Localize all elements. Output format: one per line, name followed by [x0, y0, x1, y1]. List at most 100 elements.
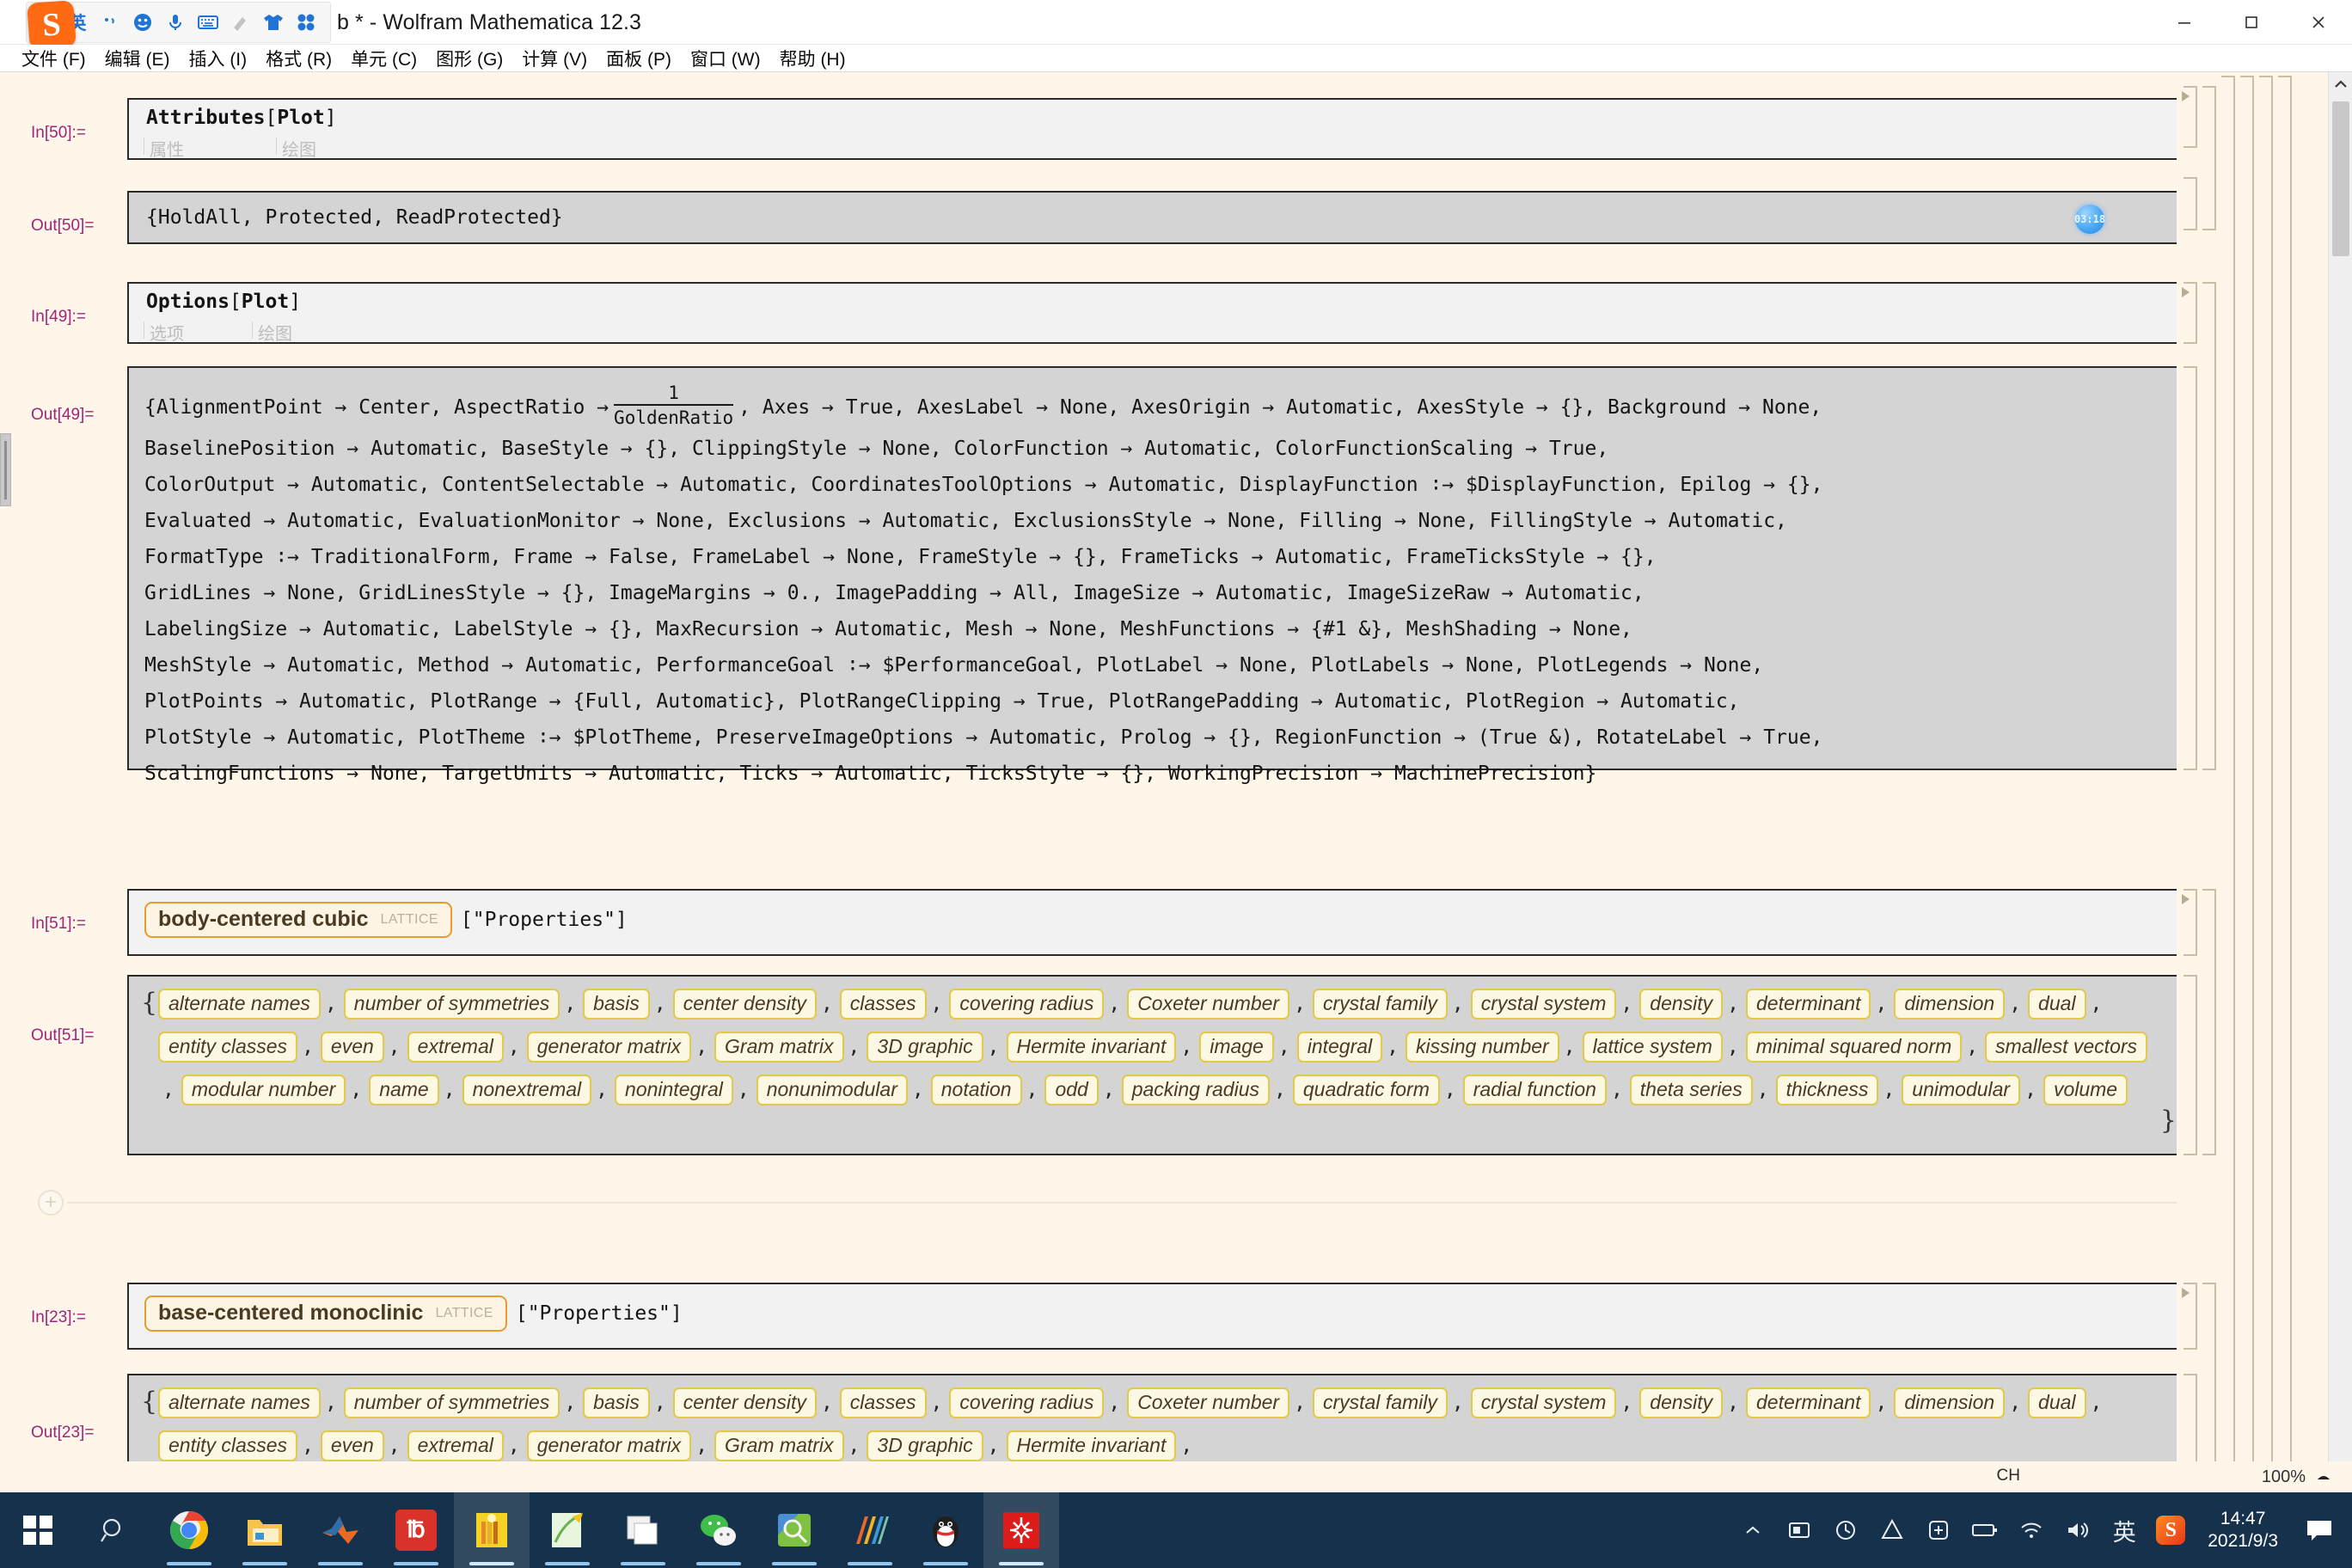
sogou-ime-toolbar[interactable]: S 英: [26, 0, 331, 50]
chip-crystal-family[interactable]: crystal family: [1312, 1387, 1448, 1418]
tray-ime-indicator[interactable]: 英: [2101, 1492, 2147, 1568]
taskbar-file-explorer[interactable]: [227, 1492, 303, 1568]
chip-dimension[interactable]: dimension: [1894, 1387, 2006, 1418]
tray-app-2-icon[interactable]: [1822, 1492, 1869, 1568]
cell-bracket-out-50[interactable]: [2184, 177, 2197, 230]
input-cell-50[interactable]: Attributes[Plot] 属性 绘图: [127, 98, 2190, 160]
entity-base-centered-monoclinic[interactable]: base-centered monoclinic LATTICE: [144, 1295, 507, 1332]
chip-odd[interactable]: odd: [1044, 1075, 1099, 1106]
tray-battery-icon[interactable]: [1962, 1492, 2008, 1568]
chip-entity-classes[interactable]: entity classes: [158, 1430, 298, 1461]
maximize-button[interactable]: [2218, 0, 2285, 45]
cell-bracket-group-4[interactable]: [2202, 1283, 2216, 1489]
chip-number-of-symmetries[interactable]: number of symmetries: [343, 1387, 560, 1418]
output-cell-50[interactable]: {HoldAll, Protected, ReadProtected} 03:1…: [127, 191, 2190, 244]
chip-nonextremal[interactable]: nonextremal: [462, 1075, 592, 1106]
input-cell-49[interactable]: Options[Plot] 选项 绘图: [127, 282, 2190, 344]
chip-3d-graphic[interactable]: 3D graphic: [867, 1032, 983, 1063]
menu-graphics[interactable]: 图形 (G): [426, 45, 512, 72]
ime-skin-icon[interactable]: [259, 8, 288, 37]
tray-wifi-icon[interactable]: [2008, 1492, 2055, 1568]
ime-soft-keyboard-icon[interactable]: [193, 8, 223, 37]
taskbar-chrome[interactable]: [151, 1492, 227, 1568]
chip-generator-matrix[interactable]: generator matrix: [526, 1430, 692, 1461]
taskbar-origin[interactable]: [832, 1492, 908, 1568]
chip-classes[interactable]: classes: [839, 989, 927, 1020]
cell-bracket-notebook-2[interactable]: [2240, 76, 2254, 1485]
scrollbar-thumb[interactable]: [2332, 101, 2349, 256]
chip-theta-series[interactable]: theta series: [1629, 1075, 1753, 1106]
chip-gram-matrix[interactable]: Gram matrix: [714, 1430, 844, 1461]
chip-thickness[interactable]: thickness: [1775, 1075, 1879, 1106]
ime-voice-input-icon[interactable]: [161, 8, 190, 37]
taskbar-editor[interactable]: [530, 1492, 605, 1568]
chip-even[interactable]: even: [320, 1430, 384, 1461]
tray-app-4-icon[interactable]: [1915, 1492, 1962, 1568]
output-cell-51[interactable]: { } alternate names, number of symmetrie…: [127, 975, 2213, 1155]
cell-bracket-group-3[interactable]: [2202, 889, 2216, 1155]
notification-center-button[interactable]: [2292, 1492, 2347, 1568]
ime-emoji-icon[interactable]: [128, 8, 157, 37]
taskbar-wechat[interactable]: [681, 1492, 756, 1568]
chip-crystal-family[interactable]: crystal family: [1312, 989, 1448, 1020]
chip-classes[interactable]: classes: [839, 1387, 927, 1418]
chip-crystal-system[interactable]: crystal system: [1470, 989, 1617, 1020]
chip-center-density[interactable]: center density: [672, 1387, 817, 1418]
chip-modular-number[interactable]: modular number: [181, 1075, 346, 1106]
close-button[interactable]: [2285, 0, 2352, 45]
start-button[interactable]: [0, 1492, 76, 1568]
cell-bracket-notebook-3[interactable]: [2259, 76, 2273, 1485]
chip-covering-radius[interactable]: covering radius: [949, 989, 1105, 1020]
cell-bracket-in-23[interactable]: [2182, 1283, 2197, 1350]
zoom-level-label[interactable]: 100%: [2262, 1467, 2306, 1487]
chip-covering-radius[interactable]: covering radius: [949, 1387, 1105, 1418]
chip-minimal-squared-norm[interactable]: minimal squared norm: [1745, 1032, 1963, 1063]
entity-body-centered-cubic[interactable]: body-centered cubic LATTICE: [144, 902, 452, 938]
chip-basis[interactable]: basis: [583, 989, 650, 1020]
menu-evaluation[interactable]: 计算 (V): [512, 45, 597, 72]
menu-insert[interactable]: 插入 (I): [179, 45, 256, 72]
vertical-scrollbar[interactable]: [2328, 72, 2352, 1492]
chip-3d-graphic[interactable]: 3D graphic: [867, 1430, 983, 1461]
ime-toolbox-icon[interactable]: [291, 8, 321, 37]
menu-cell[interactable]: 单元 (C): [341, 45, 426, 72]
notebook-drag-handle[interactable]: [0, 433, 11, 506]
chip-integral[interactable]: integral: [1296, 1032, 1383, 1063]
chip-dimension[interactable]: dimension: [1894, 989, 2006, 1020]
cell-bracket-in-50[interactable]: [2182, 86, 2197, 148]
search-button[interactable]: [76, 1492, 151, 1568]
chip-density[interactable]: density: [1639, 1387, 1724, 1418]
chip-generator-matrix[interactable]: generator matrix: [526, 1032, 692, 1063]
chip-determinant[interactable]: determinant: [1746, 989, 1871, 1020]
menu-format[interactable]: 格式 (R): [256, 45, 341, 72]
menu-edit[interactable]: 编辑 (E): [95, 45, 180, 72]
chip-kissing-number[interactable]: kissing number: [1406, 1032, 1559, 1063]
chip-density[interactable]: density: [1639, 989, 1724, 1020]
input-cell-23[interactable]: base-centered monoclinic LATTICE ["Prope…: [127, 1283, 2190, 1350]
input-cell-51[interactable]: body-centered cubic LATTICE ["Properties…: [127, 889, 2190, 956]
tray-sogou-icon[interactable]: S: [2147, 1492, 2194, 1568]
chip-hermite-invariant[interactable]: Hermite invariant: [1006, 1032, 1177, 1063]
cell-bracket-out-49[interactable]: [2184, 366, 2197, 770]
cell-bracket-in-49[interactable]: [2182, 282, 2197, 344]
menu-window[interactable]: 窗口 (W): [681, 45, 770, 72]
taskbar-matlab[interactable]: [303, 1492, 378, 1568]
chip-basis[interactable]: basis: [583, 1387, 650, 1418]
cell-bracket-in-51[interactable]: [2182, 889, 2197, 956]
cell-bracket-group-2[interactable]: [2202, 282, 2216, 770]
menu-file[interactable]: 文件 (F): [12, 45, 95, 72]
chip-notation[interactable]: notation: [930, 1075, 1022, 1106]
zoom-chevron-up-icon[interactable]: [2316, 1470, 2331, 1484]
chip-lattice-system[interactable]: lattice system: [1582, 1032, 1723, 1063]
scroll-up-arrow[interactable]: [2329, 72, 2352, 96]
chip-crystal-system[interactable]: crystal system: [1470, 1387, 1617, 1418]
chip-name[interactable]: name: [369, 1075, 439, 1106]
insert-cell-button[interactable]: +: [38, 1190, 64, 1216]
chip-radial-function[interactable]: radial function: [1462, 1075, 1607, 1106]
chip-smallest-vectors[interactable]: smallest vectors: [1985, 1032, 2148, 1063]
chip-even[interactable]: even: [320, 1032, 384, 1063]
output-cell-49[interactable]: {AlignmentPoint → Center, AspectRatio → …: [127, 366, 2190, 785]
chip-center-density[interactable]: center density: [672, 989, 817, 1020]
taskbar-notes[interactable]: [454, 1492, 530, 1568]
chip-nonintegral[interactable]: nonintegral: [615, 1075, 733, 1106]
